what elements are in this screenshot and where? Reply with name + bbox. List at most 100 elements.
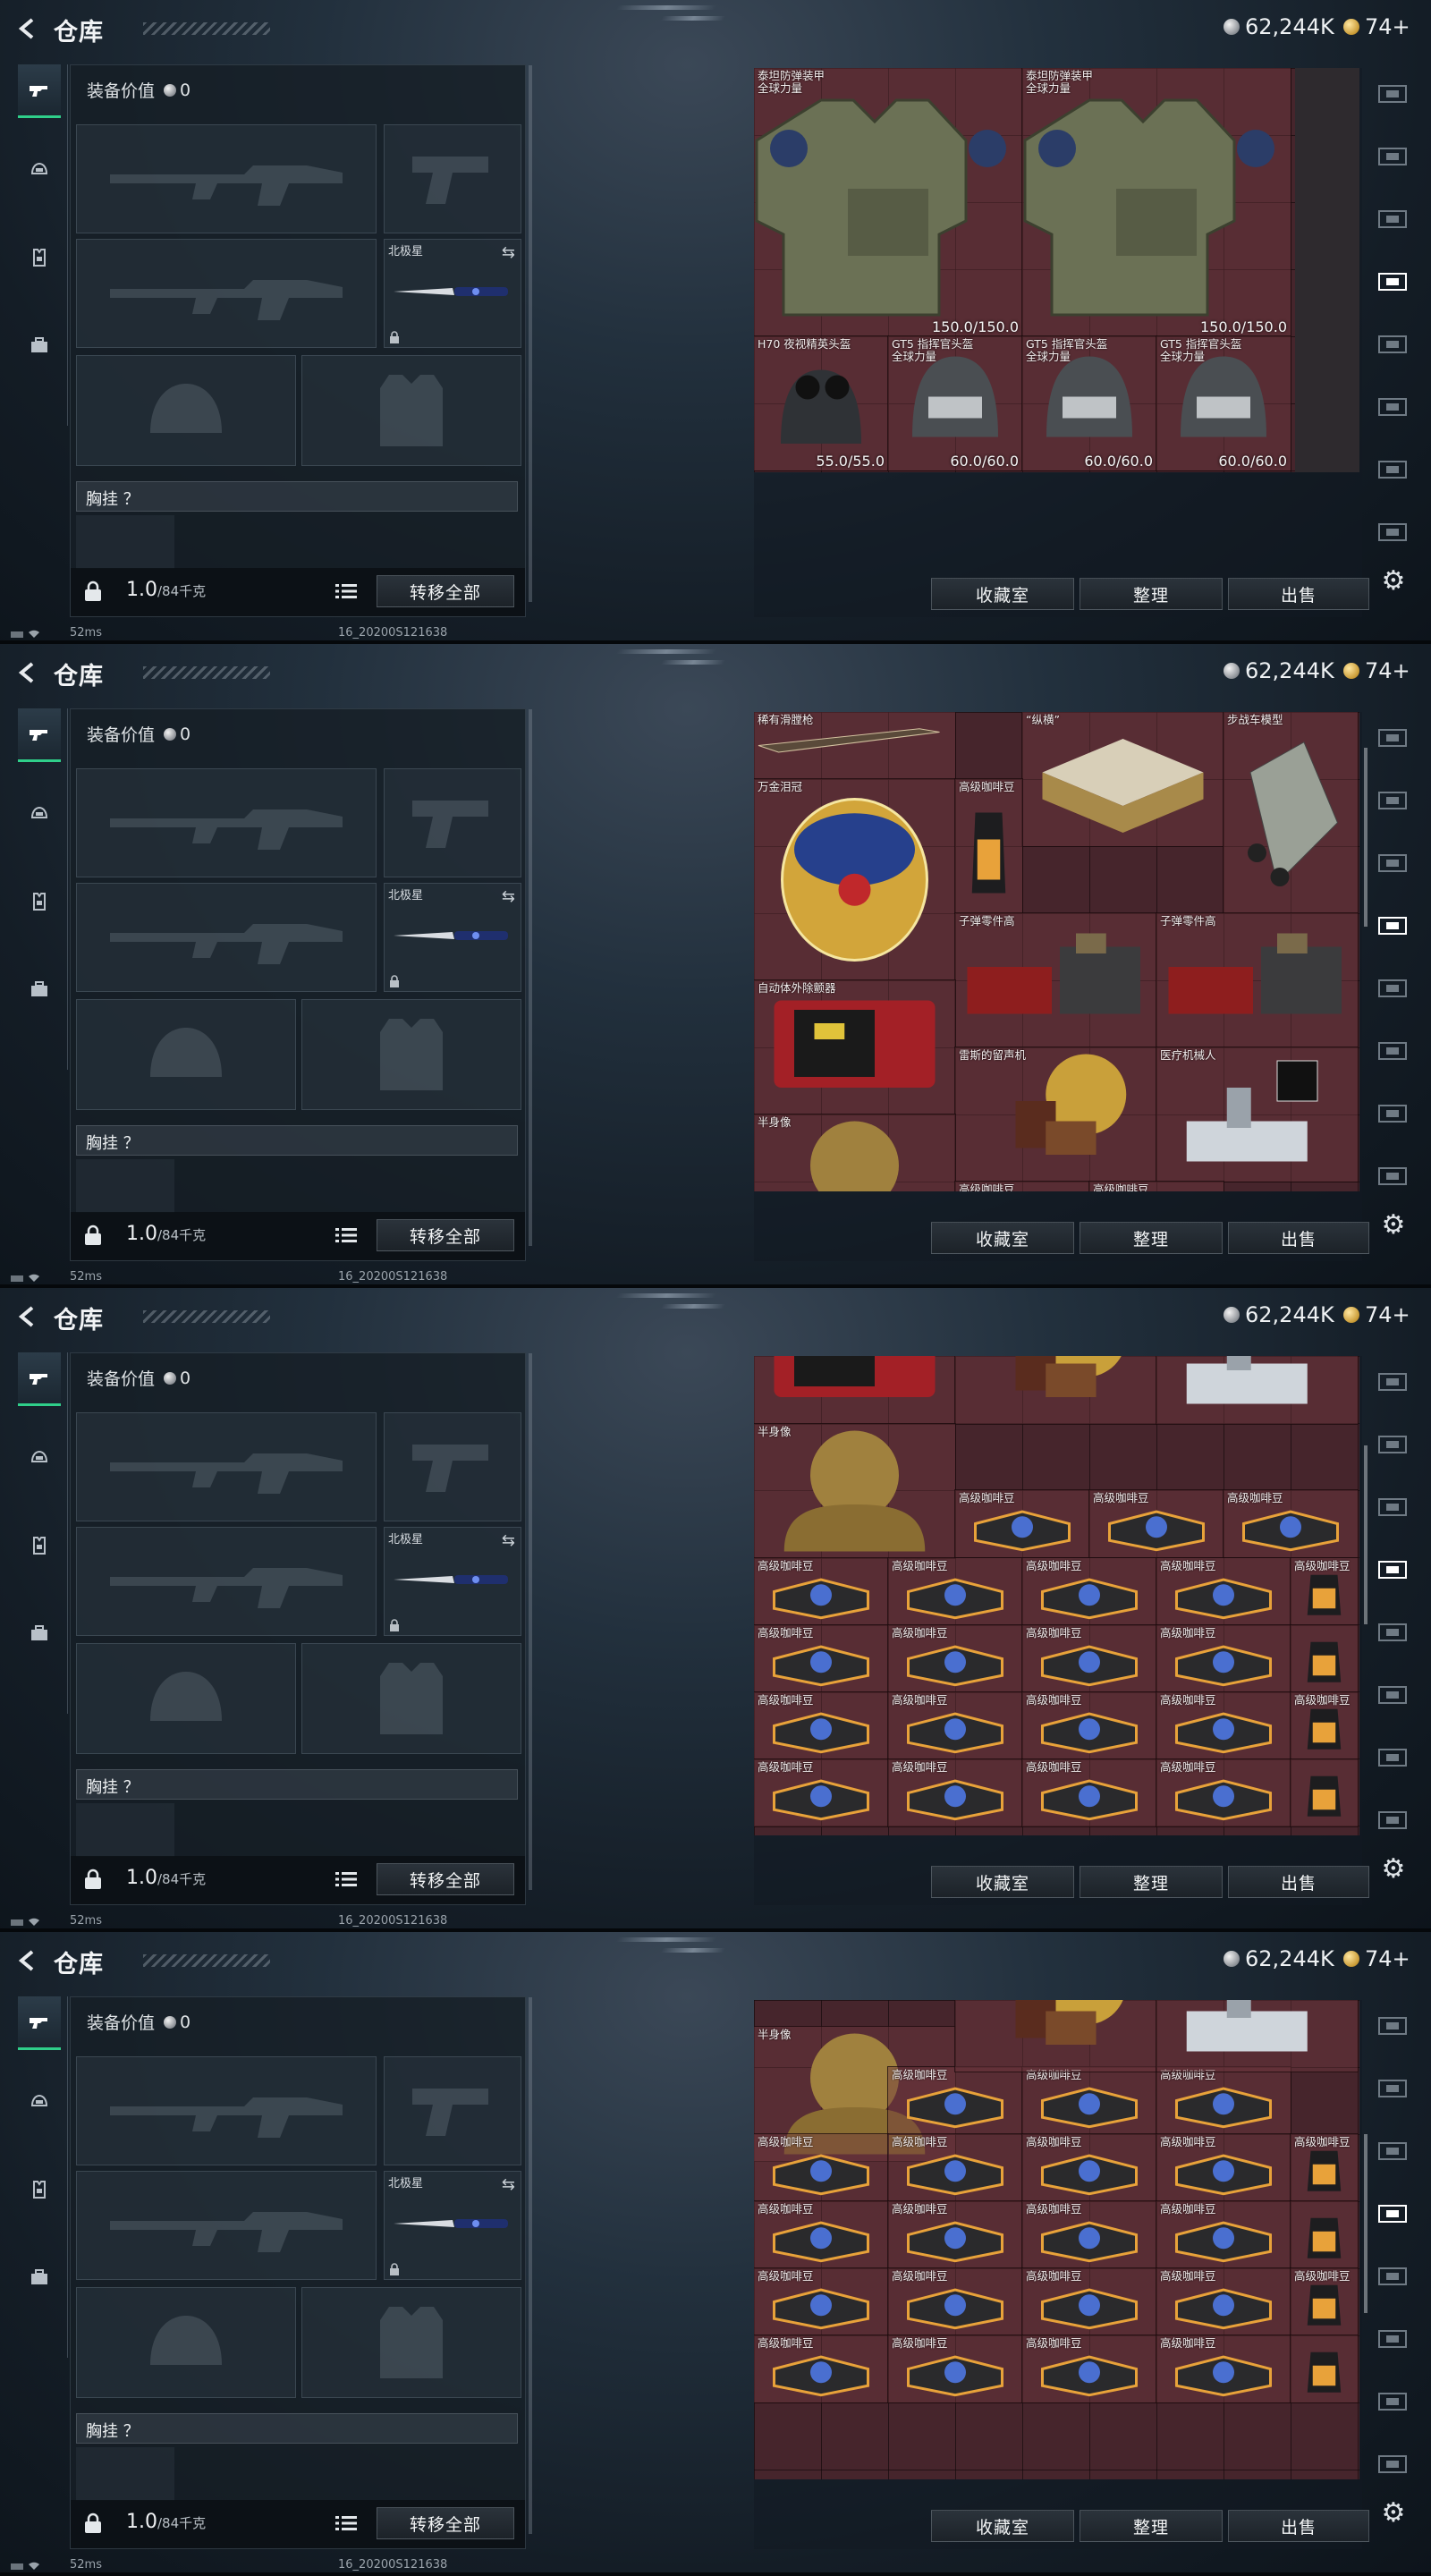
sell-button[interactable]: 出售 (1228, 1866, 1369, 1898)
chest-rig-slot[interactable]: 胸挂 ？ (76, 1769, 518, 1800)
gold-currency[interactable]: 74+ (1343, 14, 1410, 39)
storage-item[interactable]: 高级咖啡豆 (887, 1691, 1023, 1760)
tab-backpack[interactable] (18, 1606, 61, 1660)
secondary-weapon-slot[interactable] (76, 2171, 377, 2280)
hideout-icon[interactable] (1374, 723, 1413, 753)
storage-vi-icon[interactable] (1374, 1680, 1413, 1710)
storage-item[interactable]: 自动体外除颤器 (754, 979, 956, 1115)
helmet-slot[interactable] (76, 1643, 296, 1754)
storage-item[interactable]: 高级咖啡豆 (754, 1624, 889, 1693)
storage-vii-icon[interactable] (1374, 1742, 1413, 1773)
storage-item[interactable]: 雷斯的留声机 (954, 1046, 1157, 1182)
pistol-slot[interactable] (384, 124, 521, 233)
swap-icon[interactable]: ⇆ (502, 243, 515, 262)
collection-button[interactable]: 收藏室 (931, 1222, 1074, 1254)
loadout-scrollbar[interactable] (529, 1353, 532, 1890)
collection-button[interactable]: 收藏室 (931, 578, 1074, 610)
transfer-all-button[interactable]: 转移全部 (377, 1863, 514, 1895)
back-arrow-icon[interactable] (13, 14, 43, 43)
storage-vi-icon[interactable] (1374, 1036, 1413, 1066)
gold-currency[interactable]: 74+ (1343, 1302, 1410, 1327)
storage-v-icon[interactable] (1374, 329, 1413, 360)
storage-iii-icon[interactable] (1374, 204, 1413, 234)
storage-item[interactable]: 高级咖啡豆 (1021, 1758, 1157, 1827)
storage-item[interactable]: 半身像 (754, 1114, 956, 1191)
storage-item[interactable]: 医疗机械人 (1156, 1356, 1359, 1425)
storage-ii-icon[interactable] (1374, 1429, 1413, 1460)
armor-slot[interactable] (301, 355, 521, 466)
melee-slot[interactable]: 北极星 ⇆ (384, 1527, 521, 1636)
storage-item[interactable]: 高级咖啡豆 (754, 2267, 889, 2336)
storage-item[interactable]: 高级咖啡豆 (1156, 2200, 1291, 2269)
gear-icon[interactable]: ⚙ (1378, 565, 1409, 597)
storage-item[interactable]: 高级咖啡豆 (754, 1758, 889, 1827)
gold-currency[interactable]: 74+ (1343, 658, 1410, 683)
primary-weapon-slot[interactable] (76, 2056, 377, 2165)
storage-iv-active-icon[interactable] (1374, 2199, 1413, 2229)
hideout-icon[interactable] (1374, 2011, 1413, 2041)
tab-helmet[interactable] (18, 1431, 61, 1485)
storage-item[interactable]: 高级咖啡豆 (1021, 2200, 1157, 2269)
storage-iv-active-icon[interactable] (1374, 911, 1413, 941)
storage-v-icon[interactable] (1374, 2261, 1413, 2292)
lock-icon[interactable] (83, 580, 103, 602)
swap-icon[interactable]: ⇆ (502, 1531, 515, 1550)
storage-scrollbar[interactable] (1364, 748, 1367, 927)
silver-currency[interactable]: 62,244K (1224, 1302, 1334, 1327)
storage-item[interactable] (1290, 2334, 1359, 2403)
tab-backpack[interactable] (18, 962, 61, 1016)
storage-v-icon[interactable] (1374, 973, 1413, 1004)
storage-item[interactable]: 高级咖啡豆 (887, 2334, 1023, 2403)
silver-currency[interactable]: 62,244K (1224, 1946, 1334, 1971)
storage-item[interactable]: 子弹零件高 (1156, 912, 1359, 1048)
loadout-scrollbar[interactable] (529, 65, 532, 602)
storage-viii-icon[interactable] (1374, 2449, 1413, 2479)
primary-weapon-slot[interactable] (76, 1412, 377, 1521)
storage-item[interactable]: 高级咖啡豆 (754, 2200, 889, 2269)
storage-v-icon[interactable] (1374, 1617, 1413, 1648)
sell-button[interactable]: 出售 (1228, 578, 1369, 610)
storage-iii-icon[interactable] (1374, 2136, 1413, 2166)
sell-button[interactable]: 出售 (1228, 1222, 1369, 1254)
storage-item[interactable]: 步战车模型 (1223, 712, 1359, 914)
storage-iii-icon[interactable] (1374, 848, 1413, 878)
helmet-slot[interactable] (76, 355, 296, 466)
storage-item[interactable]: 高级咖啡豆 (754, 2133, 889, 2202)
secondary-weapon-slot[interactable] (76, 1527, 377, 1636)
storage-item[interactable]: 高级咖啡豆 (1021, 1691, 1157, 1760)
storage-item[interactable] (954, 2000, 1157, 2072)
storage-item[interactable]: 高级咖啡豆 (1156, 2066, 1291, 2135)
storage-item[interactable]: 高级咖啡豆 (1290, 1691, 1359, 1760)
chest-rig-slot[interactable]: 胸挂 ？ (76, 2413, 518, 2444)
list-icon[interactable] (335, 2514, 357, 2532)
storage-vi-icon[interactable] (1374, 2324, 1413, 2354)
tab-backpack[interactable] (18, 318, 61, 372)
storage-item[interactable]: 万金泪冠 (754, 778, 956, 981)
tab-vest[interactable] (18, 2163, 61, 2216)
storage-vii-icon[interactable] (1374, 1098, 1413, 1129)
tab-backpack[interactable] (18, 2250, 61, 2304)
storage-item[interactable]: 医疗机械人 (1156, 1046, 1359, 1182)
loadout-scrollbar[interactable] (529, 709, 532, 1246)
storage-item[interactable]: “纵横” (1021, 712, 1224, 847)
storage-scrollbar[interactable] (1364, 2134, 1367, 2313)
pistol-slot[interactable] (384, 768, 521, 877)
storage-item[interactable]: 高级咖啡豆 (1156, 1624, 1291, 1693)
sort-button[interactable]: 整理 (1080, 2510, 1223, 2542)
storage-item[interactable]: 高级咖啡豆 (1156, 2334, 1291, 2403)
collection-button[interactable]: 收藏室 (931, 1866, 1074, 1898)
tab-vest[interactable] (18, 875, 61, 928)
storage-item[interactable]: 高级咖啡豆 (1156, 1557, 1291, 1626)
storage-item[interactable]: 高级咖啡豆 (887, 2267, 1023, 2336)
storage-item[interactable]: 高级咖啡豆 (1156, 2267, 1291, 2336)
storage-item[interactable]: 高级咖啡豆 (887, 1758, 1023, 1827)
storage-viii-icon[interactable] (1374, 517, 1413, 547)
back-arrow-icon[interactable] (13, 1302, 43, 1331)
list-icon[interactable] (335, 1226, 357, 1244)
storage-item[interactable]: 稀有滑膛枪 (754, 712, 956, 780)
storage-ii-icon[interactable] (1374, 141, 1413, 172)
storage-item[interactable]: 高级咖啡豆 (1156, 2133, 1291, 2202)
storage-item[interactable]: 高级咖啡豆 (754, 1691, 889, 1760)
storage-item[interactable]: 高级咖啡豆 (1290, 2267, 1359, 2336)
sort-button[interactable]: 整理 (1080, 578, 1223, 610)
